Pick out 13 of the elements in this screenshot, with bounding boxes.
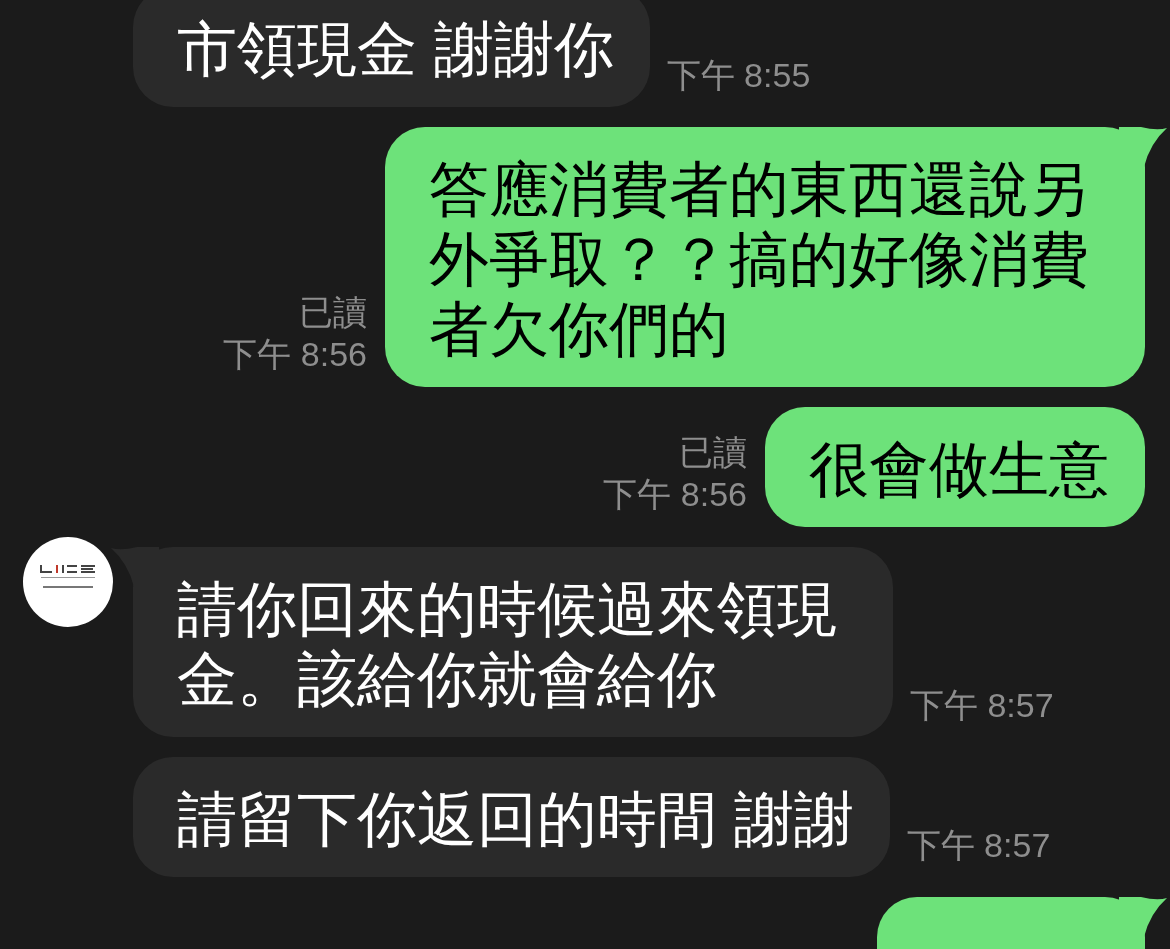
read-receipt: 已讀 <box>679 432 747 473</box>
timestamp: 下午 8:55 <box>666 55 811 96</box>
timestamp: 下午 8:56 <box>223 334 367 375</box>
timestamp: 下午 8:57 <box>906 825 1051 866</box>
timestamp: 下午 8:56 <box>603 474 747 515</box>
message-text: 答應消費者的東西還說另外爭取？？搞的好像消費者欠你們的 <box>429 155 1090 365</box>
message-text: 請你回來的時候過來領現金。該給你就會給你 <box>177 575 838 715</box>
message-text: 市領現金 謝謝你 <box>177 15 614 85</box>
timestamp: 下午 8:57 <box>910 685 1054 726</box>
message-text: 請留下你返回的時間 謝謝 <box>177 785 854 855</box>
message-text: 很會做生意 <box>809 435 1109 505</box>
avatar-icon[interactable] <box>23 537 113 627</box>
read-receipt: 已讀 <box>299 292 367 333</box>
